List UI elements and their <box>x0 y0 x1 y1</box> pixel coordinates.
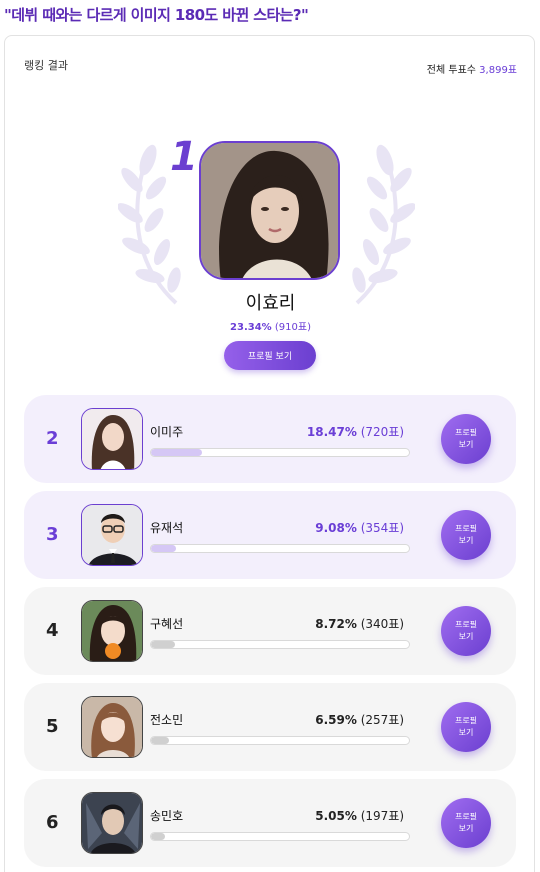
candidate-name: 이미주 <box>150 425 184 439</box>
portrait-icon <box>82 409 142 469</box>
candidate-result: 5.05% (197표) <box>315 807 404 824</box>
profile-button[interactable]: 프로필 보기 <box>441 510 491 560</box>
candidate-name: 유재석 <box>150 521 184 535</box>
winner-votes: (910표) <box>274 322 311 333</box>
avatar[interactable] <box>81 408 143 470</box>
rank-number: 2 <box>46 428 59 449</box>
portrait-icon <box>82 601 142 661</box>
vote-progress-bar <box>150 640 410 649</box>
candidate-result: 9.08% (354표) <box>315 519 404 536</box>
total-votes-label: 전체 투표수 <box>426 65 476 76</box>
vote-progress-bar <box>150 832 410 841</box>
profile-button-label: 프로필 보기 <box>454 716 478 737</box>
rank-number: 6 <box>46 812 59 833</box>
rank-number: 4 <box>46 620 59 641</box>
profile-button-label: 프로필 보기 <box>454 524 478 545</box>
candidate-votes: (354표) <box>360 521 404 535</box>
candidate-votes: (720표) <box>360 425 404 439</box>
candidate-percent: 5.05% <box>315 809 357 823</box>
candidate-result: 8.72% (340표) <box>315 615 404 632</box>
profile-button[interactable]: 프로필 보기 <box>441 798 491 848</box>
winner-name: 이효리 <box>245 293 296 314</box>
avatar[interactable] <box>81 792 143 854</box>
candidate-percent: 6.59% <box>315 713 357 727</box>
profile-button-label: 프로필 보기 <box>454 812 478 833</box>
vote-progress-fill <box>151 737 170 744</box>
portrait-icon <box>82 505 142 565</box>
candidate-percent: 18.47% <box>306 425 357 439</box>
ranking-row[interactable]: 3 유재석 9.08% (354표) 프로필 보기 <box>24 491 516 579</box>
vote-progress-fill <box>151 833 165 840</box>
candidate-votes: (257표) <box>360 713 404 727</box>
ranking-row[interactable]: 2 이미주 18.47% (720표) 프로필 보기 <box>24 395 516 483</box>
vote-progress-fill <box>151 449 203 456</box>
candidate-name: 송민호 <box>150 809 184 823</box>
avatar[interactable] <box>81 600 143 662</box>
avatar[interactable] <box>81 696 143 758</box>
winner-portrait-icon <box>201 143 338 278</box>
portrait-icon <box>82 697 142 757</box>
winner-photo[interactable] <box>199 141 340 280</box>
winner-percent: 23.34% <box>230 322 272 333</box>
candidate-result: 18.47% (720표) <box>307 423 404 440</box>
ranking-row[interactable]: 5 전소민 6.59% (257표) 프로필 보기 <box>24 683 516 771</box>
profile-button[interactable]: 프로필 보기 <box>441 606 491 656</box>
ranking-card: 랭킹 결과 전체 투표수 3,899표 1 이효리 23.34% (910표) … <box>4 35 535 872</box>
profile-button[interactable]: 프로필 보기 <box>441 702 491 752</box>
avatar[interactable] <box>81 504 143 566</box>
winner-result: 23.34% (910표) <box>5 318 536 333</box>
rank-number: 5 <box>46 716 59 737</box>
ranking-row[interactable]: 4 구혜선 8.72% (340표) 프로필 보기 <box>24 587 516 675</box>
vote-progress-fill <box>151 545 177 552</box>
candidate-percent: 9.08% <box>315 521 357 535</box>
profile-button-label: 프로필 보기 <box>454 620 478 641</box>
page-headline: "데뷔 때와는 다르게 이미지 180도 바뀐 스타는?" <box>4 6 309 24</box>
candidate-votes: (340표) <box>360 617 404 631</box>
candidate-name: 전소민 <box>150 713 184 727</box>
rank-number: 3 <box>46 524 59 545</box>
laurel-right-icon <box>352 144 415 305</box>
ranking-result-title: 랭킹 결과 <box>24 59 68 72</box>
profile-button-label: 프로필 보기 <box>454 428 478 449</box>
candidate-name: 구혜선 <box>150 617 184 631</box>
total-votes: 전체 투표수 3,899표 <box>427 61 517 76</box>
portrait-icon <box>82 793 142 853</box>
vote-progress-bar <box>150 448 410 457</box>
candidate-votes: (197표) <box>360 809 404 823</box>
ranking-row[interactable]: 6 송민호 5.05% (197표) 프로필 보기 <box>24 779 516 867</box>
winner-profile-button[interactable]: 프로필 보기 <box>224 341 316 370</box>
vote-progress-fill <box>151 641 176 648</box>
vote-progress-bar <box>150 736 410 745</box>
total-votes-value: 3,899표 <box>479 65 517 76</box>
winner-rank: 1 <box>170 134 198 180</box>
candidate-result: 6.59% (257표) <box>315 711 404 728</box>
vote-progress-bar <box>150 544 410 553</box>
profile-button[interactable]: 프로필 보기 <box>441 414 491 464</box>
candidate-percent: 8.72% <box>315 617 357 631</box>
